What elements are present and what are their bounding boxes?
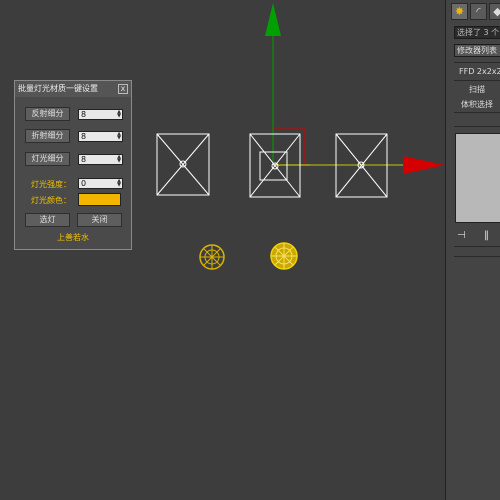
author-credit: 上善若水 xyxy=(57,233,89,242)
command-panel[interactable]: ✸ ◜ ◆ 选择了 3 个 修改器列表 FFD 2x2x2 扫描 体积选择 ⊣ … xyxy=(445,0,500,500)
modifier-list-dropdown[interactable]: 修改器列表 xyxy=(454,44,500,57)
panel-divider xyxy=(454,246,500,247)
show-end-result-icon[interactable]: ‖ xyxy=(484,230,489,241)
perspective-viewport[interactable] xyxy=(0,0,445,500)
move-gizmo[interactable] xyxy=(265,3,445,174)
panel-divider xyxy=(454,80,500,81)
spinner-arrows-icon[interactable]: ▲ ▼ xyxy=(117,155,121,164)
panel-divider xyxy=(454,62,500,63)
light-subdiv-spinner[interactable]: 8 ▲ ▼ xyxy=(78,154,123,165)
light-subdiv-button[interactable]: 灯光细分 xyxy=(25,152,70,166)
spinner-arrows-icon[interactable]: ▲ ▼ xyxy=(117,179,121,188)
spinner-arrows-icon[interactable]: ▲ ▼ xyxy=(117,110,121,119)
select-lights-button[interactable]: 选灯 xyxy=(25,213,70,227)
refract-subdiv-value[interactable]: 8 xyxy=(81,132,86,141)
dialog-title[interactable]: 批量灯光材质一键设置 xyxy=(15,81,131,97)
sphere-light-1[interactable] xyxy=(199,244,225,270)
x-axis-arrow[interactable] xyxy=(403,156,445,174)
modifier-volume-select[interactable]: 体积选择 xyxy=(461,99,493,110)
spinner-arrows-icon[interactable]: ▲ ▼ xyxy=(117,132,121,141)
curve-icon[interactable]: ◜ xyxy=(476,5,480,18)
sphere-light-2[interactable] xyxy=(270,242,298,270)
reflect-subdiv-value[interactable]: 8 xyxy=(81,110,86,119)
close-button[interactable]: 关闭 xyxy=(77,213,122,227)
light-color-label: 灯光颜色： xyxy=(31,196,71,205)
hierarchy-tab[interactable]: ◆ xyxy=(489,3,500,20)
refract-subdiv-button[interactable]: 折射细分 xyxy=(25,129,70,143)
selection-name-field[interactable]: 选择了 3 个 xyxy=(454,26,500,39)
modifier-stack-list[interactable] xyxy=(455,133,500,223)
reflect-subdiv-button[interactable]: 反射细分 xyxy=(25,107,70,121)
reflect-subdiv-spinner[interactable]: 8 ▲ ▼ xyxy=(78,109,123,120)
modifier-ffd[interactable]: FFD 2x2x2 xyxy=(459,67,500,76)
modifier-sweep[interactable]: 扫描 xyxy=(469,84,485,95)
dialog-close-button[interactable]: x xyxy=(118,84,128,94)
panel-divider xyxy=(454,126,500,127)
create-tab[interactable]: ✸ xyxy=(451,3,468,20)
hierarchy-icon[interactable]: ◆ xyxy=(493,5,500,18)
light-intensity-label: 灯光强度： xyxy=(31,180,71,189)
light-subdiv-value[interactable]: 8 xyxy=(81,155,86,164)
modify-tab[interactable]: ◜ xyxy=(470,3,487,20)
light-intensity-spinner[interactable]: 0 ▲ ▼ xyxy=(78,178,123,189)
panel-divider xyxy=(454,112,500,113)
light-color-swatch[interactable] xyxy=(78,193,121,206)
vray-light-1[interactable] xyxy=(156,133,210,196)
y-axis-arrow[interactable] xyxy=(265,3,281,36)
batch-light-material-dialog[interactable]: 批量灯光材质一键设置 x 反射细分 8 ▲ ▼ 折射细分 8 ▲ ▼ 灯光细分 8 … xyxy=(14,80,132,250)
refract-subdiv-spinner[interactable]: 8 ▲ ▼ xyxy=(78,131,123,142)
sun-icon[interactable]: ✸ xyxy=(455,5,464,18)
viewport-canvas[interactable] xyxy=(0,0,445,500)
pin-stack-icon[interactable]: ⊣ xyxy=(457,230,466,241)
panel-divider xyxy=(454,256,500,257)
light-intensity-value[interactable]: 0 xyxy=(81,179,86,188)
